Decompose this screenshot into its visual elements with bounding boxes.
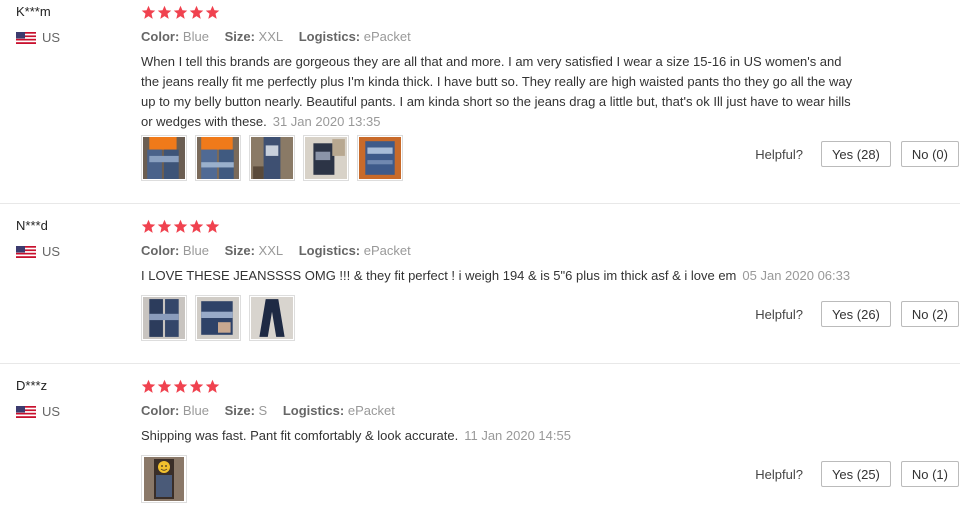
helpful-no-button[interactable]: No (0)	[900, 141, 959, 167]
color-value: Blue	[182, 403, 209, 418]
review-body: When I tell this brands are gorgeous the…	[141, 54, 853, 129]
color-value: Blue	[182, 29, 209, 44]
logistics-value: ePacket	[347, 403, 395, 418]
logistics-label: Logistics:	[298, 29, 361, 44]
color-label: Color:	[141, 403, 180, 418]
star-icon	[173, 5, 188, 19]
size-value: S	[258, 403, 268, 418]
helpful-no-button[interactable]: No (1)	[900, 461, 959, 487]
jeans-photo-icon	[359, 137, 401, 179]
star-icon	[157, 219, 172, 233]
star-icon	[173, 379, 188, 393]
star-icon	[205, 219, 220, 233]
size-value: XXL	[258, 29, 284, 44]
country-code: US	[42, 404, 61, 419]
review-photo[interactable]	[195, 295, 241, 341]
color-value: Blue	[182, 243, 209, 258]
jeans-photo-icon	[143, 297, 185, 339]
helpful-vote: Helpful? Yes (25) No (1)	[755, 461, 959, 487]
review-photo[interactable]	[357, 135, 403, 181]
jeans-photo-icon	[251, 137, 293, 179]
review-text: When I tell this brands are gorgeous the…	[141, 52, 861, 132]
star-icon	[189, 379, 204, 393]
review-text: Shipping was fast. Pant fit comfortably …	[141, 426, 861, 446]
review-photo[interactable]	[141, 455, 187, 503]
review-photo[interactable]	[141, 295, 187, 341]
sku-attributes: Color: Blue Size: XXL Logistics: ePacket	[141, 29, 411, 44]
review-photo[interactable]	[249, 135, 295, 181]
review-divider	[0, 203, 960, 204]
logistics-label: Logistics:	[298, 243, 361, 258]
helpful-vote: Helpful? Yes (28) No (0)	[755, 141, 959, 167]
helpful-label: Helpful?	[755, 466, 803, 482]
helpful-vote: Helpful? Yes (26) No (2)	[755, 301, 959, 327]
star-icon	[157, 5, 172, 19]
star-icon	[189, 219, 204, 233]
logistics-value: ePacket	[363, 29, 411, 44]
jeans-photo-icon	[197, 297, 239, 339]
country-code: US	[42, 30, 61, 45]
jeans-photo-icon	[197, 137, 239, 179]
helpful-yes-button[interactable]: Yes (25)	[820, 461, 891, 487]
helpful-no-button[interactable]: No (2)	[900, 301, 959, 327]
reviewer-country: US	[16, 244, 60, 259]
reviewer-name: N***d	[16, 218, 48, 233]
star-rating	[141, 219, 221, 234]
review-photos	[141, 135, 411, 181]
star-icon	[141, 5, 156, 19]
review-photos	[141, 455, 195, 503]
color-label: Color:	[141, 243, 180, 258]
star-icon	[173, 219, 188, 233]
reviewer-name: D***z	[16, 378, 48, 393]
us-flag-icon	[16, 31, 36, 44]
size-label: Size:	[224, 243, 255, 258]
review-photos	[141, 295, 303, 341]
logistics-label: Logistics:	[282, 403, 345, 418]
review-body: Shipping was fast. Pant fit comfortably …	[141, 428, 459, 443]
helpful-label: Helpful?	[755, 146, 803, 162]
color-label: Color:	[141, 29, 180, 44]
star-icon	[141, 379, 156, 393]
review-photo[interactable]	[195, 135, 241, 181]
us-flag-icon	[16, 245, 36, 258]
review-body: I LOVE THESE JEANSSSS OMG !!! & they fit…	[141, 268, 737, 283]
jeans-photo-icon	[143, 137, 185, 179]
sku-attributes: Color: Blue Size: XXL Logistics: ePacket	[141, 243, 411, 258]
review-date: 05 Jan 2020 06:33	[742, 268, 851, 283]
review-text: I LOVE THESE JEANSSSS OMG !!! & they fit…	[141, 266, 901, 286]
size-label: Size:	[224, 403, 255, 418]
star-icon	[141, 219, 156, 233]
country-code: US	[42, 244, 61, 259]
review-date: 31 Jan 2020 13:35	[272, 114, 381, 129]
star-icon	[189, 5, 204, 19]
star-icon	[205, 379, 220, 393]
helpful-yes-button[interactable]: Yes (28)	[820, 141, 891, 167]
reviewer-name: K***m	[16, 4, 51, 19]
size-value: XXL	[258, 243, 284, 258]
review-photo[interactable]	[249, 295, 295, 341]
review-date: 11 Jan 2020 14:55	[464, 428, 571, 443]
helpful-label: Helpful?	[755, 306, 803, 322]
review-divider	[0, 363, 960, 364]
size-label: Size:	[224, 29, 255, 44]
jeans-photo-icon	[305, 137, 347, 179]
selfie-photo-icon	[144, 457, 184, 501]
sku-attributes: Color: Blue Size: S Logistics: ePacket	[141, 403, 395, 418]
jeans-photo-icon	[251, 297, 293, 339]
star-rating	[141, 379, 221, 394]
star-rating	[141, 5, 221, 20]
reviewer-country: US	[16, 404, 60, 419]
review-photo[interactable]	[141, 135, 187, 181]
logistics-value: ePacket	[363, 243, 411, 258]
us-flag-icon	[16, 405, 36, 418]
star-icon	[157, 379, 172, 393]
review-photo[interactable]	[303, 135, 349, 181]
helpful-yes-button[interactable]: Yes (26)	[820, 301, 891, 327]
star-icon	[205, 5, 220, 19]
reviewer-country: US	[16, 30, 60, 45]
